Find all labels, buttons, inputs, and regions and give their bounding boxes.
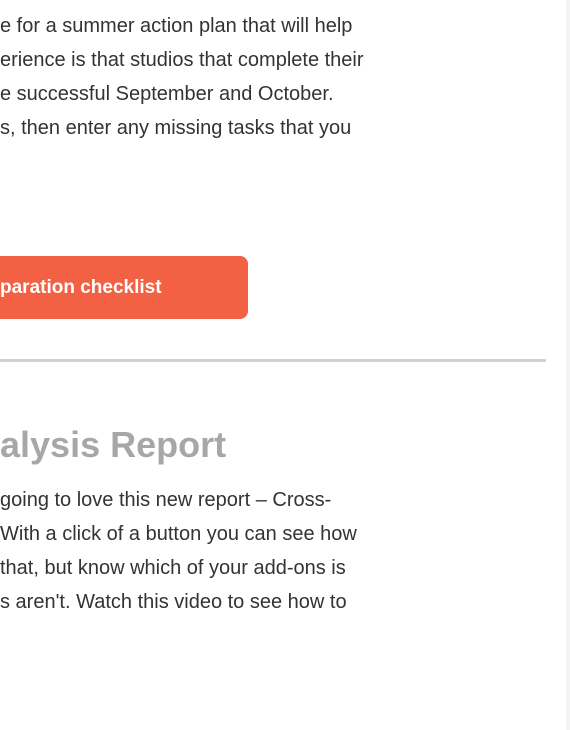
paragraph-line: going to love this new report – Cross- xyxy=(0,489,332,511)
section-divider xyxy=(0,359,546,362)
summer-action-plan-paragraph: e for a summer action plan that will hel… xyxy=(0,9,364,145)
paragraph-line: erience is that studios that complete th… xyxy=(0,49,364,71)
paragraph-line: s, then enter any missing tasks that you xyxy=(0,117,352,139)
paragraph-line: that, but know which of your add-ons is xyxy=(0,557,346,579)
paragraph-line: With a click of a button you can see how xyxy=(0,523,357,545)
paragraph-line: s aren't. Watch this video to see how to xyxy=(0,591,347,613)
preparation-checklist-button[interactable]: paration checklist xyxy=(0,256,248,319)
report-description-paragraph: going to love this new report – Cross- W… xyxy=(0,483,357,619)
email-view: e for a summer action plan that will hel… xyxy=(0,0,570,730)
email-content-card: e for a summer action plan that will hel… xyxy=(0,0,566,730)
section-heading: alysis Report xyxy=(0,424,227,465)
paragraph-line: e successful September and October. xyxy=(0,83,334,105)
window-edge xyxy=(566,0,570,730)
paragraph-line: e for a summer action plan that will hel… xyxy=(0,15,353,37)
